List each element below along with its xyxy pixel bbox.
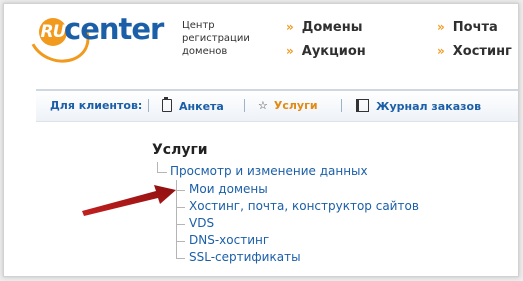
client-menu-item-label: Журнал заказов — [376, 100, 482, 113]
tree-connector — [176, 258, 185, 259]
clipboard-icon — [162, 97, 172, 112]
nav-link-label: Домены — [301, 20, 363, 35]
logo-wordmark: center — [64, 12, 164, 46]
tree-connector — [176, 241, 185, 242]
menu-divider — [244, 99, 245, 112]
tree-connector — [176, 180, 177, 258]
nav-link-domains[interactable]: » Домены — [286, 20, 362, 35]
client-menu-services[interactable]: ☆ Услуги — [258, 99, 318, 112]
nav-link-hosting[interactable]: » Хостинг — [437, 44, 512, 59]
nav-link-label: Аукцион — [301, 44, 366, 59]
services-heading: Услуги — [152, 142, 208, 158]
tree-item-ssl-certificates[interactable]: SSL-сертификаты — [189, 250, 301, 264]
arrow-shape — [82, 185, 176, 216]
tree-item-my-domains[interactable]: Мои домены — [189, 182, 268, 196]
chevron-icon: » — [286, 44, 294, 58]
menu-divider — [148, 99, 149, 112]
tagline-line: Центр — [182, 20, 215, 31]
logo-tagline: Центр регистрации доменов — [182, 19, 262, 58]
journal-icon — [356, 99, 369, 112]
menu-divider — [341, 99, 342, 112]
client-menu-bar: Для клиентов: Анкета ☆ Услуги Журнал зака… — [36, 89, 518, 122]
nav-link-label: Хостинг — [452, 44, 512, 59]
nav-link-auction[interactable]: » Аукцион — [286, 44, 366, 59]
page-frame: RU center Центр регистрации доменов » Дом… — [3, 3, 519, 277]
tree-item-hosting-mail-builder[interactable]: Хостинг, почта, конструктор сайтов — [189, 199, 419, 213]
client-menu-profile[interactable]: Анкета — [162, 97, 224, 113]
tree-connector — [176, 207, 185, 208]
client-menu-label: Для клиентов: — [50, 99, 143, 112]
chevron-icon: » — [437, 44, 445, 58]
tagline-line: регистрации — [182, 33, 250, 44]
tree-connector — [176, 224, 185, 225]
client-menu-item-label: Услуги — [273, 99, 318, 112]
tree-connector — [176, 190, 185, 191]
chevron-icon: » — [437, 20, 445, 34]
tagline-line: доменов — [182, 46, 228, 57]
tree-connector — [157, 162, 158, 172]
tree-item-vds[interactable]: VDS — [189, 216, 214, 230]
tree-item-dns-hosting[interactable]: DNS-хостинг — [189, 233, 269, 247]
client-menu-order-log[interactable]: Журнал заказов — [356, 99, 481, 113]
tree-connector — [157, 172, 167, 173]
nav-link-label: Почта — [452, 20, 498, 35]
tree-item-view-edit-data[interactable]: Просмотр и изменение данных — [170, 164, 368, 178]
client-menu-item-label: Анкета — [179, 100, 224, 113]
logo-ru-badge: RU — [39, 18, 67, 46]
nav-link-mail[interactable]: » Почта — [437, 20, 498, 35]
star-icon: ☆ — [258, 99, 268, 112]
chevron-icon: » — [286, 20, 294, 34]
